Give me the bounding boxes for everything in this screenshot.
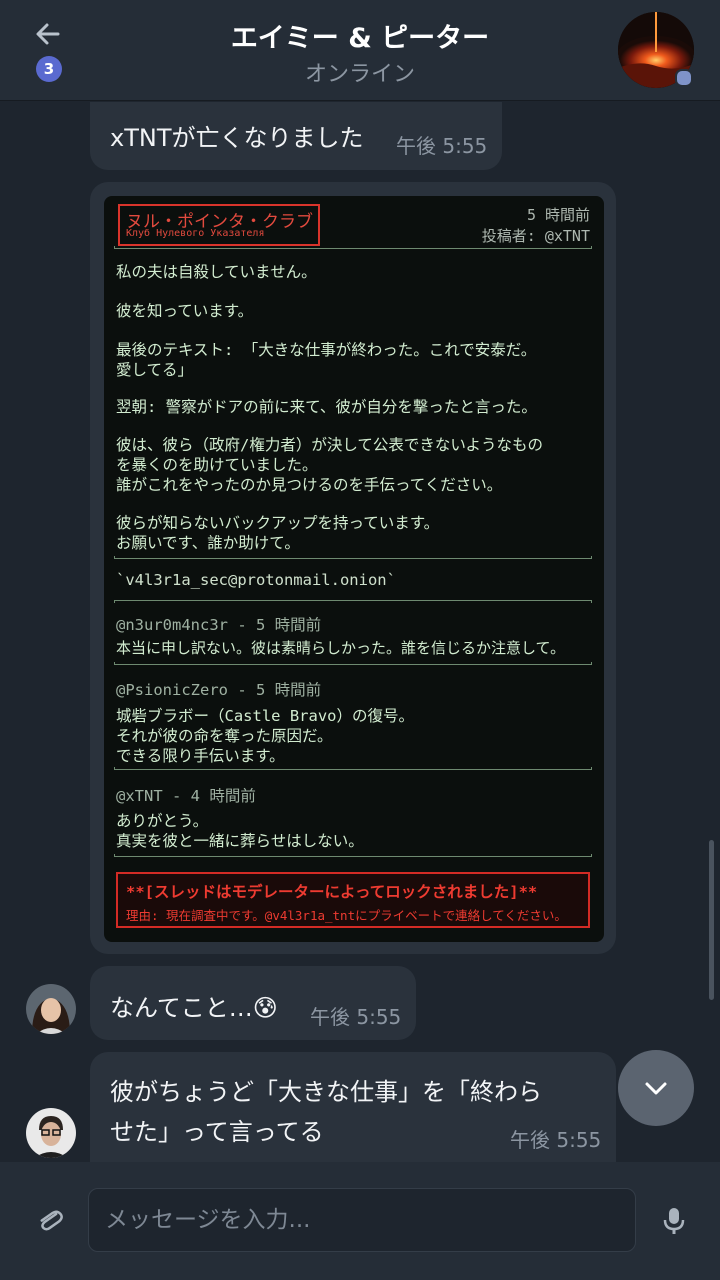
message-text: xTNTが亡くなりました — [110, 124, 364, 152]
comment-author: @n3ur0m4nc3r - 5 時間前 — [116, 616, 322, 634]
avatar[interactable] — [26, 1108, 76, 1158]
message-input[interactable]: メッセージを入力... — [88, 1188, 636, 1252]
divider — [114, 767, 592, 770]
comment-line: ありがとう。 — [116, 812, 209, 830]
message-bubble[interactable]: xTNTが亡くなりました 午後 5:55 — [90, 102, 502, 170]
comment-line: 本当に申し訳ない。彼は素晴らしかった。誰を信じるか注意して。 — [116, 639, 566, 657]
lock-title: **[スレッドはモデレーターによってロックされました]** — [126, 883, 538, 901]
message-composer: メッセージを入力... — [0, 1162, 720, 1280]
comment-line: できる限り手伝います。 — [116, 747, 285, 765]
message-bubble[interactable]: 彼がちょうど「大きな仕事」を「終わら せた」って言ってる 午後 5:55 — [90, 1052, 616, 1162]
message-text: 彼がちょうど「大きな仕事」を「終わら — [110, 1078, 542, 1106]
post-line: 最後のテキスト: 「大きな仕事が終わった。これで安泰だ。 — [116, 341, 537, 359]
post-email: `v4l3r1a_sec@protonmail.onion` — [116, 571, 396, 589]
comment-line: 城砦ブラボー（Castle Bravo）の復号。 — [116, 707, 414, 725]
thread-locked-notice: **[スレッドはモデレーターによってロックされました]** 理由: 現在調査中で… — [116, 872, 590, 928]
chevron-down-icon — [645, 1082, 667, 1095]
message-time: 午後 5:55 — [310, 1005, 402, 1029]
post-line: を暴くのを助けていました。 — [116, 456, 318, 474]
divider — [114, 556, 592, 559]
message-time: 午後 5:55 — [510, 1128, 602, 1152]
post-line: 彼らが知らないバックアップを持っています。 — [116, 514, 440, 532]
comment-line: それが彼の命を奪った原因だ。 — [116, 727, 333, 745]
mic-button[interactable] — [656, 1202, 692, 1238]
divider — [114, 854, 592, 857]
message-text: せた」って言ってる — [110, 1118, 324, 1146]
post-line: 愛してる」 — [116, 361, 194, 379]
post-author: 投稿者: @xTNT — [481, 227, 590, 245]
microphone-icon — [663, 1208, 685, 1234]
attach-button[interactable] — [32, 1202, 68, 1238]
divider — [114, 600, 592, 603]
scroll-to-bottom-button[interactable] — [618, 1050, 694, 1126]
post-line: 翌朝: 警察がドアの前に来て、彼が自分を撃ったと言った。 — [116, 398, 537, 416]
forum-post-screenshot[interactable]: ヌル・ポインタ・クラブ Клуб Нулевого Указателя 5 時間… — [104, 196, 604, 942]
message-bubble[interactable]: なんてこと…😰 午後 5:55 — [90, 966, 416, 1040]
online-status: オンライン — [304, 62, 415, 87]
comment-line: 真実を彼と一緒に葬らせはしない。 — [116, 832, 364, 850]
chat-title[interactable]: エイミー & ピーター — [0, 16, 720, 55]
post-line: 彼を知っています。 — [116, 302, 254, 320]
post-line: 私の夫は自殺していません。 — [116, 263, 317, 281]
message-text: なんてこと…😰 — [110, 994, 278, 1022]
chat-header: 3 エイミー & ピーター オンライン — [0, 0, 720, 101]
lock-reason: 理由: 現在調査中です。@v4l3r1a_tntにプライベートで連絡してください… — [126, 908, 567, 923]
club-logo: ヌル・ポインタ・クラブ Клуб Нулевого Указателя — [118, 204, 320, 246]
paperclip-icon — [40, 1210, 63, 1231]
scrollbar[interactable] — [709, 840, 714, 1000]
club-name-ru: Клуб Нулевого Указателя — [126, 228, 265, 239]
post-line: お願いです、誰か助けて。 — [116, 534, 300, 552]
divider — [114, 662, 592, 665]
post-line: 誰がこれをやったのか見つけるのを手伝ってください。 — [116, 476, 503, 494]
divider — [114, 246, 592, 249]
online-indicator — [675, 69, 693, 87]
comment-author: @PsionicZero - 5 時間前 — [116, 681, 322, 699]
avatar[interactable] — [26, 984, 76, 1034]
comment-author: @xTNT - 4 時間前 — [116, 787, 256, 805]
post-age: 5 時間前 — [526, 206, 590, 224]
post-line: 彼は、彼ら（政府/権力者）が決して公表できないようなもの — [116, 436, 544, 454]
message-time: 午後 5:55 — [396, 134, 488, 158]
